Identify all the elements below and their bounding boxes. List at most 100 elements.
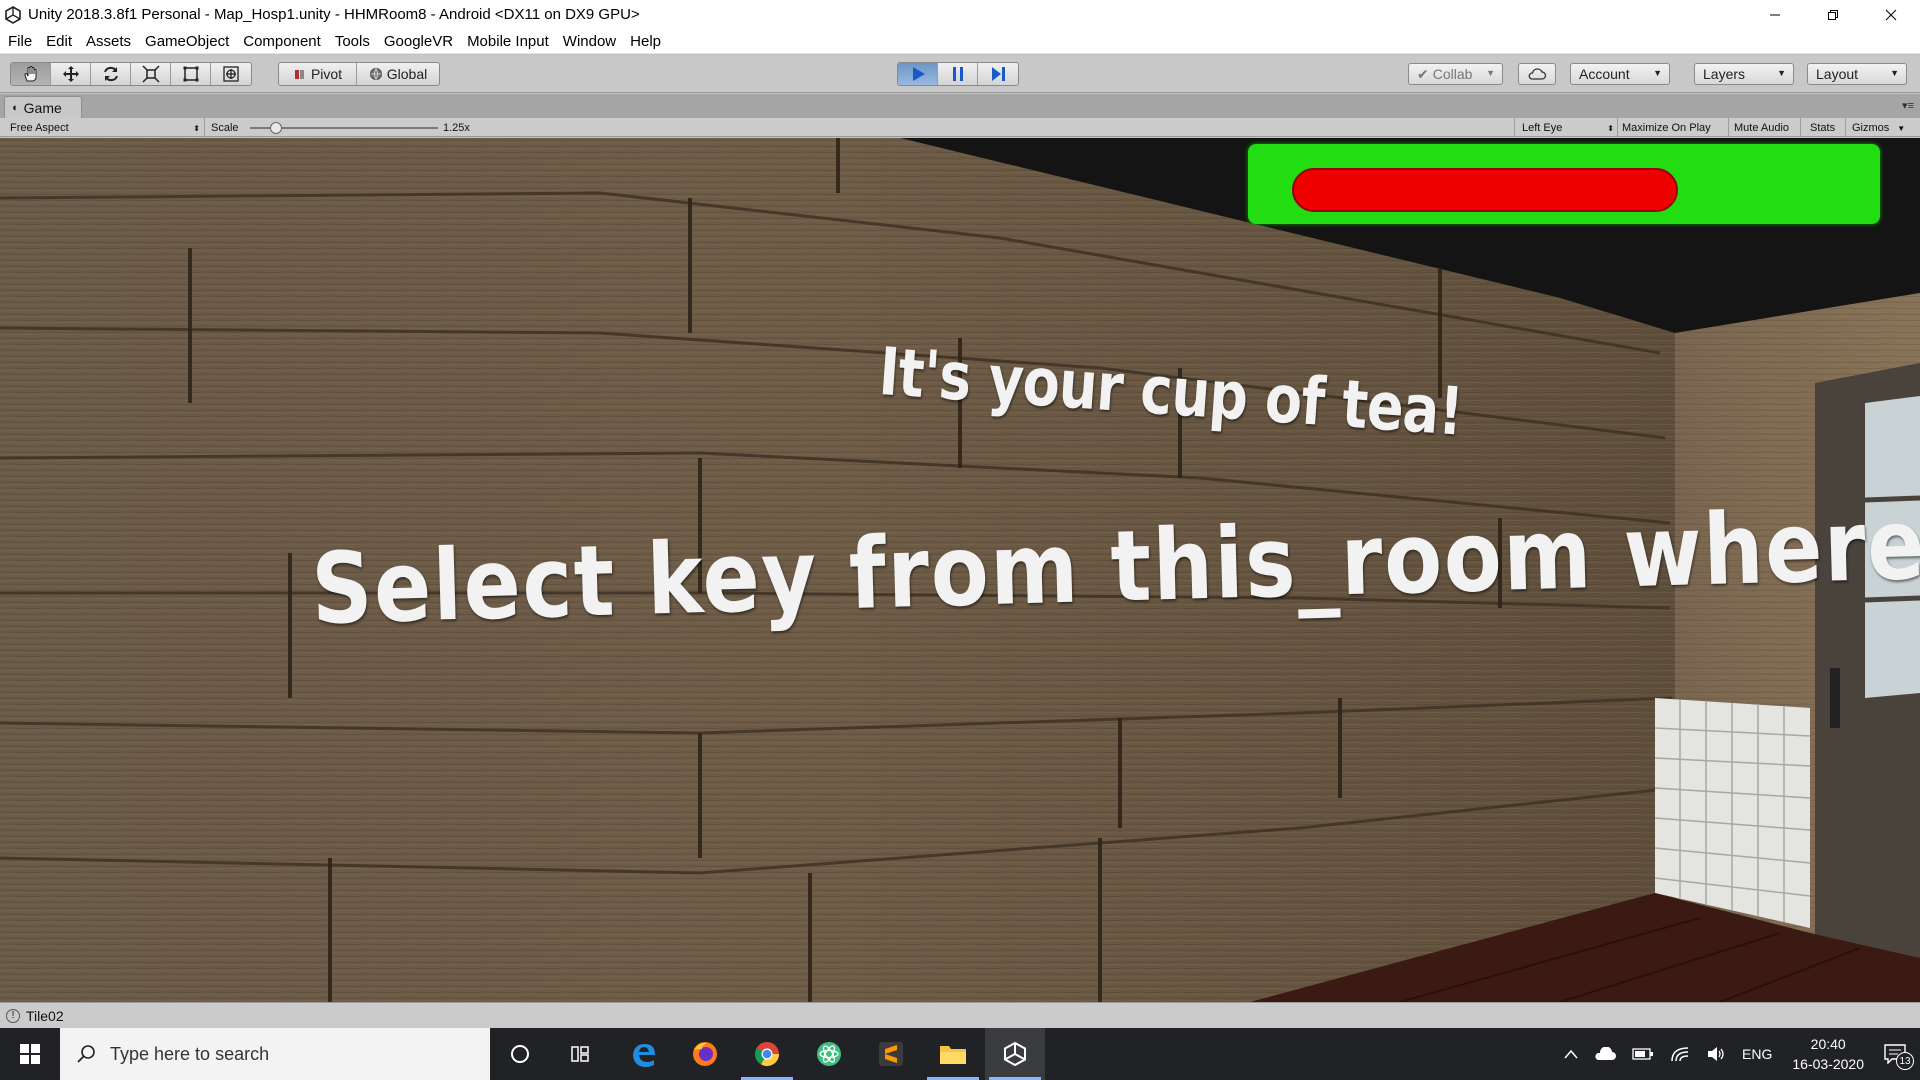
chevron-up-icon[interactable]: [1564, 1049, 1578, 1059]
cloud-icon: [1528, 68, 1547, 80]
chevron-down-icon: ▼: [1897, 123, 1906, 133]
chevron-down-icon: ▼: [1777, 68, 1786, 78]
playback-controls: [897, 62, 1019, 86]
menu-googlevr[interactable]: GoogleVR: [384, 33, 453, 50]
gizmos-label: Gizmos: [1852, 122, 1890, 134]
menu-gameobject[interactable]: GameObject: [145, 33, 229, 50]
battery-icon[interactable]: [1632, 1048, 1654, 1060]
pivot-icon: [294, 70, 304, 79]
layout-dropdown[interactable]: Layout ▼: [1807, 63, 1907, 85]
wifi-icon[interactable]: [1670, 1046, 1690, 1062]
collab-dropdown[interactable]: ✔ Collab ▼: [1408, 63, 1503, 85]
eye-dropdown[interactable]: Left Eye ⬍: [1522, 120, 1614, 136]
window-title: Unity 2018.3.8f1 Personal - Map_Hosp1.un…: [28, 6, 640, 23]
scale-tool-icon[interactable]: [131, 63, 171, 85]
atom-icon[interactable]: [799, 1028, 859, 1080]
clock-date: 16-03-2020: [1792, 1056, 1864, 1072]
stats-toggle[interactable]: Stats: [1810, 120, 1835, 136]
health-bar-fill: [1292, 168, 1678, 212]
windows-icon: [20, 1044, 40, 1064]
task-view-icon[interactable]: [550, 1028, 610, 1080]
menu-edit[interactable]: Edit: [46, 33, 72, 50]
updown-icon: ⬍: [1607, 123, 1614, 133]
clock[interactable]: 20:40 16-03-2020: [1792, 1034, 1864, 1074]
chevron-down-icon: ▼: [1890, 68, 1899, 78]
gizmos-dropdown[interactable]: Gizmos ▼: [1852, 120, 1905, 136]
volume-icon[interactable]: [1706, 1046, 1726, 1062]
menu-mobile-input[interactable]: Mobile Input: [467, 33, 549, 50]
menu-file[interactable]: File: [8, 33, 32, 50]
info-icon: !: [6, 1008, 20, 1023]
system-tray: ENG 20:40 16-03-2020 13: [1556, 1028, 1920, 1080]
status-text[interactable]: Tile02: [26, 1008, 64, 1024]
edge-icon[interactable]: [614, 1028, 674, 1080]
game-view-toolbar: Free Aspect ⬍ Scale 1.25x Left Eye ⬍ Max…: [0, 118, 1920, 137]
collab-label: Collab: [1432, 66, 1473, 82]
account-label: Account: [1579, 66, 1630, 82]
minimize-button[interactable]: [1746, 0, 1804, 29]
chrome-icon[interactable]: [737, 1028, 797, 1080]
rect-tool-icon[interactable]: [171, 63, 211, 85]
firefox-icon[interactable]: [675, 1028, 735, 1080]
account-dropdown[interactable]: Account ▼: [1570, 63, 1670, 85]
tab-menu-icon[interactable]: ▾≡: [1902, 99, 1914, 112]
restore-button[interactable]: [1804, 0, 1862, 29]
mute-audio-toggle[interactable]: Mute Audio: [1734, 120, 1789, 136]
move-tool-icon[interactable]: [51, 63, 91, 85]
maximize-on-play-toggle[interactable]: Maximize On Play: [1622, 120, 1711, 136]
pause-button[interactable]: [938, 63, 978, 85]
pivot-toggle-group: Pivot Global: [278, 62, 440, 86]
windows-taskbar: Type here to search ENG 20:40 16-03-2020…: [0, 1028, 1920, 1080]
cloud-button[interactable]: [1518, 63, 1556, 85]
check-icon: ✔: [1417, 65, 1429, 82]
onedrive-icon[interactable]: [1594, 1047, 1617, 1061]
game-viewport[interactable]: It's your cup of tea! Select key from th…: [0, 138, 1920, 1002]
hand-tool-icon[interactable]: [11, 63, 51, 85]
start-button[interactable]: [0, 1028, 60, 1080]
menu-bar: File Edit Assets GameObject Component To…: [0, 29, 1920, 54]
menu-help[interactable]: Help: [630, 33, 661, 50]
layers-label: Layers: [1703, 66, 1746, 82]
transform-tools: [10, 62, 252, 86]
rotate-tool-icon[interactable]: [91, 63, 131, 85]
global-label: Global: [386, 66, 428, 82]
layers-dropdown[interactable]: Layers ▼: [1694, 63, 1794, 85]
notification-count: 13: [1896, 1052, 1914, 1070]
cortana-icon[interactable]: [490, 1028, 550, 1080]
updown-icon: ⬍: [193, 123, 200, 133]
menu-component[interactable]: Component: [243, 33, 321, 50]
aspect-dropdown[interactable]: Free Aspect ⬍: [10, 120, 200, 136]
aspect-label: Free Aspect: [10, 122, 69, 134]
menu-tools[interactable]: Tools: [335, 33, 370, 50]
chevron-down-icon: ▼: [1486, 68, 1495, 78]
pause-icon: [952, 67, 963, 81]
language-indicator[interactable]: ENG: [1742, 1046, 1772, 1062]
tab-game-label: Game: [23, 99, 62, 116]
eye-label: Left Eye: [1522, 122, 1563, 134]
tab-game[interactable]: ◖ Game: [4, 96, 82, 118]
layout-label: Layout: [1816, 66, 1859, 82]
scale-slider[interactable]: [250, 120, 438, 136]
menu-window[interactable]: Window: [563, 33, 616, 50]
play-icon: [912, 67, 925, 81]
taskbar-search-input[interactable]: Type here to search: [60, 1028, 490, 1080]
pivot-button[interactable]: Pivot: [279, 63, 357, 85]
unity-taskbar-icon[interactable]: [985, 1028, 1045, 1080]
notification-icon[interactable]: 13: [1884, 1044, 1914, 1070]
sublime-icon[interactable]: [861, 1028, 921, 1080]
slider-handle[interactable]: [270, 122, 282, 134]
status-bar: ! Tile02: [0, 1002, 1920, 1028]
clock-time: 20:40: [1810, 1036, 1846, 1052]
menu-assets[interactable]: Assets: [86, 33, 131, 50]
search-icon: [77, 1045, 95, 1063]
play-button[interactable]: [898, 63, 938, 85]
scale-label: Scale: [211, 122, 239, 134]
file-explorer-icon[interactable]: [923, 1028, 983, 1080]
pivot-label: Pivot: [310, 66, 343, 82]
game-tab-strip: ◖ Game ▾≡: [0, 94, 1920, 118]
global-button[interactable]: Global: [357, 63, 439, 85]
step-button[interactable]: [978, 63, 1018, 85]
close-button[interactable]: [1862, 0, 1920, 29]
transform-tool-icon[interactable]: [211, 63, 251, 85]
chevron-down-icon: ▼: [1653, 68, 1662, 78]
